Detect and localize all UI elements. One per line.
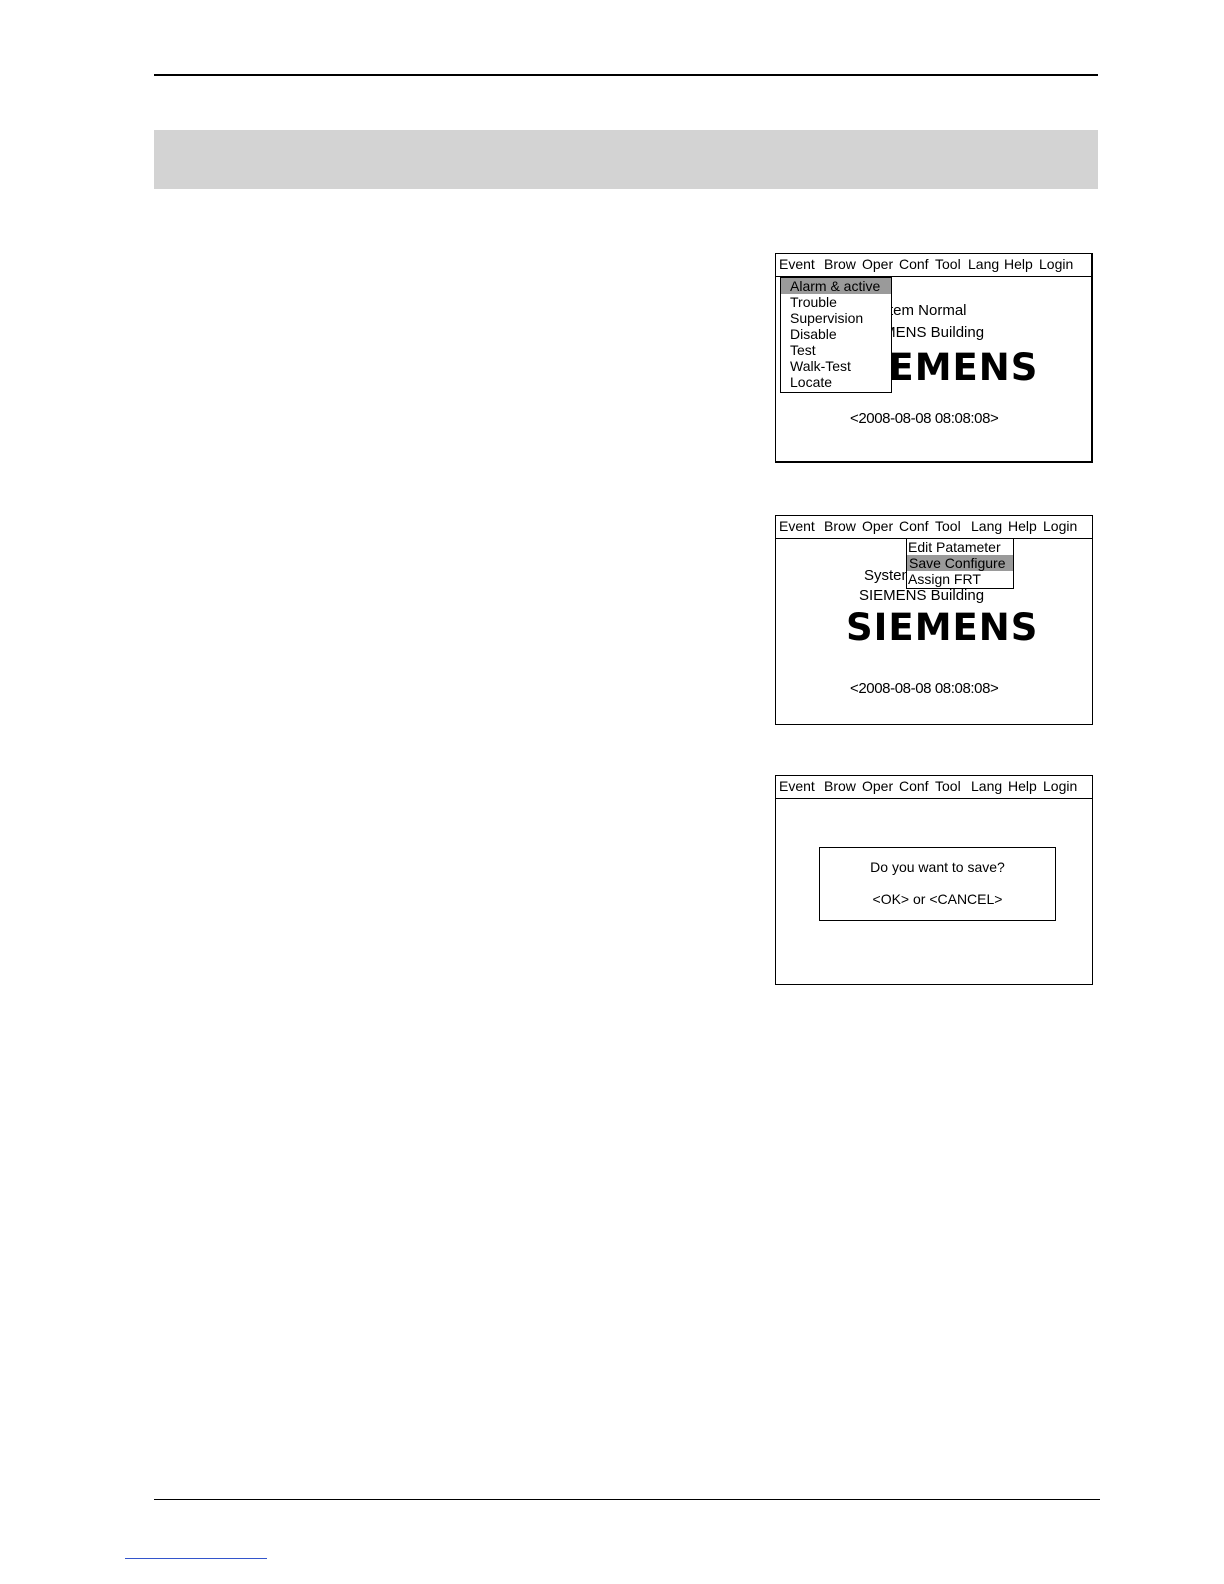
menu-item-walk-test[interactable]: Walk-Test: [781, 358, 891, 374]
menu-brow[interactable]: Brow: [824, 254, 856, 274]
menu-item-locate[interactable]: Locate: [781, 374, 891, 390]
menu-tool[interactable]: Tool: [935, 516, 961, 536]
menu-bar: Event Brow Oper Conf Tool Lang Help Logi…: [776, 516, 1092, 539]
menu-help[interactable]: Help: [1004, 254, 1033, 274]
date-time: <2008-08-08 08:08:08>: [850, 680, 999, 697]
dialog-options[interactable]: <OK> or <CANCEL>: [820, 890, 1055, 908]
section-heading-band: [154, 130, 1098, 189]
building-name: SIEMENS Building: [859, 587, 985, 604]
panel-screen-event-menu: Event Brow Oper Conf Tool Lang Help Logi…: [775, 253, 1093, 463]
menu-conf[interactable]: Conf: [899, 776, 929, 796]
menu-bar: Event Brow Oper Conf Tool Lang Help Logi…: [776, 776, 1092, 799]
menu-help[interactable]: Help: [1008, 516, 1037, 536]
conf-dropdown-menu: Edit Patameter Save Configure Assign FRT: [906, 538, 1014, 589]
date-time: <2008-08-08 08:08:08>: [850, 410, 999, 427]
menu-item-save-configure[interactable]: Save Configure: [907, 555, 1013, 571]
menu-oper[interactable]: Oper: [862, 254, 893, 274]
menu-event[interactable]: Event: [779, 254, 815, 274]
menu-login[interactable]: Login: [1039, 254, 1073, 274]
menu-tool[interactable]: Tool: [935, 776, 961, 796]
menu-conf[interactable]: Conf: [899, 254, 929, 274]
footer-rule: [154, 1499, 1100, 1500]
menu-brow[interactable]: Brow: [824, 516, 856, 536]
menu-item-alarm-active[interactable]: Alarm & active: [781, 278, 891, 294]
menu-item-trouble[interactable]: Trouble: [781, 294, 891, 310]
menu-tool[interactable]: Tool: [935, 254, 961, 274]
event-dropdown-menu: Alarm & active Trouble Supervision Disab…: [780, 277, 892, 393]
menu-item-supervision[interactable]: Supervision: [781, 310, 891, 326]
save-confirm-dialog: Do you want to save? <OK> or <CANCEL>: [819, 847, 1056, 921]
menu-login[interactable]: Login: [1043, 516, 1077, 536]
menu-item-disable[interactable]: Disable: [781, 326, 891, 342]
menu-lang[interactable]: Lang: [971, 516, 1002, 536]
panel-screen-conf-menu: Event Brow Oper Conf Tool Lang Help Logi…: [775, 515, 1093, 725]
menu-help[interactable]: Help: [1008, 776, 1037, 796]
menu-oper[interactable]: Oper: [862, 776, 893, 796]
menu-bar: Event Brow Oper Conf Tool Lang Help Logi…: [776, 254, 1091, 277]
siemens-logo: SIEMENS: [846, 606, 1039, 649]
dialog-question: Do you want to save?: [870, 859, 1005, 875]
menu-event[interactable]: Event: [779, 776, 815, 796]
menu-event[interactable]: Event: [779, 516, 815, 536]
menu-login[interactable]: Login: [1043, 776, 1077, 796]
footer-link-underline: [125, 1558, 267, 1559]
menu-lang[interactable]: Lang: [971, 776, 1002, 796]
menu-item-test[interactable]: Test: [781, 342, 891, 358]
menu-brow[interactable]: Brow: [824, 776, 856, 796]
menu-lang[interactable]: Lang: [968, 254, 999, 274]
menu-item-assign-frt[interactable]: Assign FRT: [907, 571, 1013, 587]
panel-screen-save-dialog: Event Brow Oper Conf Tool Lang Help Logi…: [775, 775, 1093, 985]
menu-conf[interactable]: Conf: [899, 516, 929, 536]
header-rule: [154, 74, 1098, 76]
menu-item-edit-parameter[interactable]: Edit Patameter: [907, 539, 1013, 555]
menu-oper[interactable]: Oper: [862, 516, 893, 536]
